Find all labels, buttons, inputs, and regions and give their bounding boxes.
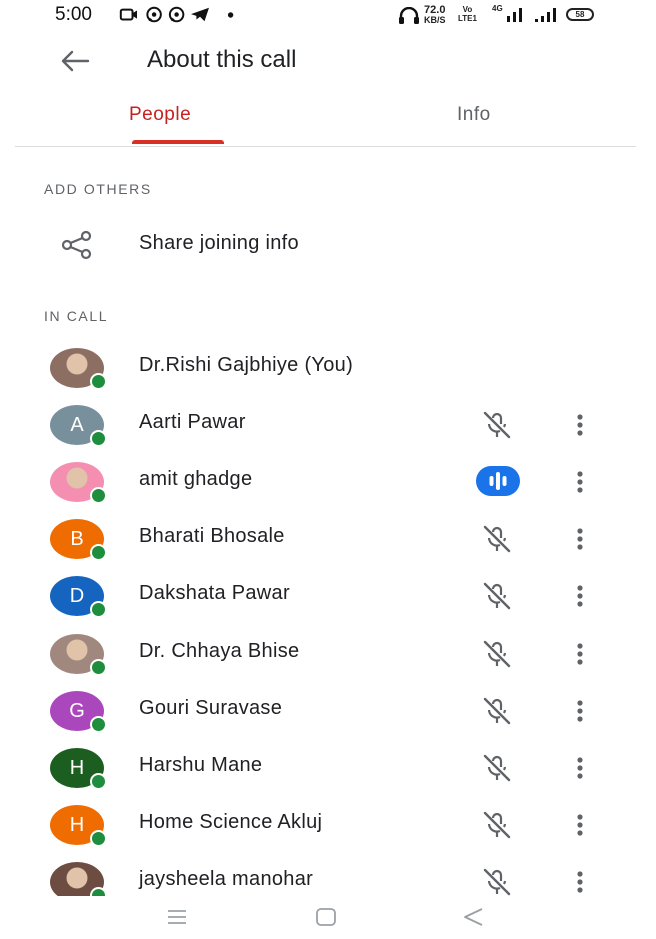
section-label-add-others: ADD OTHERS xyxy=(44,181,152,197)
avatar xyxy=(50,348,107,390)
share-icon xyxy=(61,230,92,260)
mic-off-icon[interactable] xyxy=(480,696,514,726)
mic-off-icon[interactable] xyxy=(480,524,514,554)
status-time: 5:00 xyxy=(55,4,92,25)
presence-dot xyxy=(90,487,107,505)
more-options-icon[interactable] xyxy=(570,638,590,670)
dot-icon xyxy=(227,12,234,18)
participant-name: Dr.Rishi Gajbhiye (You) xyxy=(139,354,354,376)
avatar: H xyxy=(50,804,107,847)
avatar: D xyxy=(50,576,107,619)
audio-level-icon xyxy=(489,472,507,491)
volte-top: Vo xyxy=(462,5,473,14)
whatsapp-icon xyxy=(168,6,185,23)
mic-off-icon[interactable] xyxy=(480,867,514,897)
avatar xyxy=(50,633,107,676)
headphones-icon xyxy=(399,7,419,24)
signal-icon xyxy=(507,8,522,22)
participant-row[interactable]: G Gouri Suravase xyxy=(0,681,656,738)
app-bar: About this call xyxy=(0,34,656,90)
more-options-icon[interactable] xyxy=(570,580,590,612)
more-options-icon[interactable] xyxy=(570,466,590,498)
presence-dot xyxy=(90,829,107,847)
mic-off-icon[interactable] xyxy=(480,410,514,440)
presence-dot xyxy=(90,373,107,390)
participant-row[interactable]: H Harshu Mane xyxy=(0,738,656,795)
system-nav-bar xyxy=(0,896,656,939)
mic-off-icon[interactable] xyxy=(480,753,514,783)
more-options-icon[interactable] xyxy=(570,809,590,841)
presence-dot xyxy=(90,430,107,448)
telegram-icon xyxy=(191,7,209,22)
share-joining-info-label: Share joining info xyxy=(139,232,299,254)
back-triangle-icon[interactable] xyxy=(461,904,485,930)
mic-off-icon[interactable] xyxy=(480,639,514,669)
avatar: G xyxy=(50,690,107,733)
presence-dot xyxy=(90,658,107,676)
more-options-icon[interactable] xyxy=(570,866,590,898)
volte-bottom: LTE1 xyxy=(458,14,477,23)
participant-row[interactable]: H Home Science Akluj xyxy=(0,795,656,852)
home-icon[interactable] xyxy=(314,904,338,930)
avatar: B xyxy=(50,519,107,562)
presence-dot xyxy=(90,544,107,562)
share-joining-info-button[interactable]: Share joining info xyxy=(0,220,656,268)
tab-bar: People Info xyxy=(15,96,636,147)
network-speed: 72.0 KB/S xyxy=(424,5,446,25)
participant-row[interactable]: A Aarti Pawar xyxy=(0,395,656,452)
back-button[interactable] xyxy=(58,46,98,78)
avatar: H xyxy=(50,747,107,790)
signal-icon xyxy=(535,8,556,22)
notification-icons xyxy=(119,6,234,23)
participant-name: jaysheela manohar xyxy=(139,867,314,890)
participant-name: Dr. Chhaya Bhise xyxy=(139,639,300,662)
more-options-icon[interactable] xyxy=(570,695,590,727)
more-options-icon[interactable] xyxy=(570,523,590,555)
presence-dot xyxy=(90,772,107,790)
video-camera-icon xyxy=(119,8,137,21)
participant-row[interactable]: D Dakshata Pawar xyxy=(0,566,656,623)
status-bar: 5:00 72.0 KB/S Vo LTE1 4G 58 xyxy=(0,0,656,34)
participant-name: Harshu Mane xyxy=(139,753,263,776)
network-type: 4G xyxy=(492,4,503,13)
arrow-left-icon xyxy=(61,50,90,72)
avatar xyxy=(50,462,107,505)
battery-icon: 58 xyxy=(566,8,594,21)
participant-name: Dakshata Pawar xyxy=(139,582,290,605)
presence-dot xyxy=(90,601,107,619)
presence-dot xyxy=(90,715,107,733)
participant-name: Home Science Akluj xyxy=(139,810,323,833)
avatar: A xyxy=(50,405,107,448)
more-options-icon[interactable] xyxy=(570,409,590,441)
mic-off-icon[interactable] xyxy=(480,810,514,840)
more-options-icon[interactable] xyxy=(570,752,590,784)
network-speed-unit: KB/S xyxy=(424,15,446,25)
participant-row[interactable]: amit ghadge xyxy=(0,452,656,509)
participant-row[interactable]: Dr.Rishi Gajbhiye (You) xyxy=(0,338,656,395)
participant-name: Bharati Bhosale xyxy=(139,525,285,548)
tab-selected-indicator xyxy=(132,140,224,144)
participant-name: Aarti Pawar xyxy=(139,411,246,434)
tab-people[interactable]: People xyxy=(129,104,191,126)
whatsapp-icon xyxy=(146,6,162,23)
page-title: About this call xyxy=(147,46,297,73)
participant-name: amit ghadge xyxy=(139,468,253,491)
participant-row[interactable]: Dr. Chhaya Bhise xyxy=(0,624,656,681)
participant-row[interactable]: B Bharati Bhosale xyxy=(0,509,656,566)
speaking-indicator[interactable] xyxy=(476,466,520,497)
section-label-in-call: IN CALL xyxy=(44,308,109,324)
menu-icon[interactable] xyxy=(165,904,189,930)
participant-name: Gouri Suravase xyxy=(139,696,283,719)
tab-info[interactable]: Info xyxy=(457,104,491,126)
volte-indicator: Vo LTE1 xyxy=(458,5,477,23)
mic-off-icon[interactable] xyxy=(480,581,514,611)
